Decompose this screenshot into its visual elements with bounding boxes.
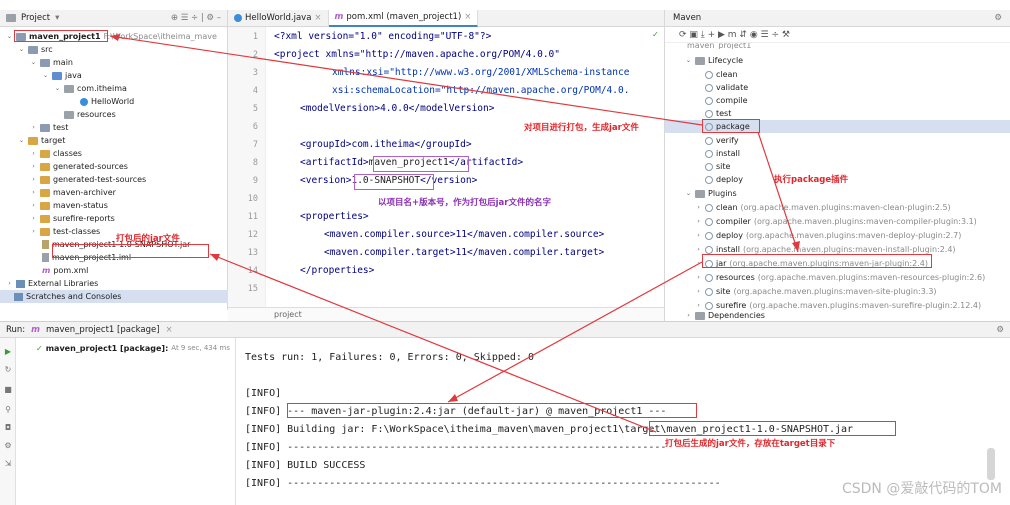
annotation-jar-location: 打包后生成的jar文件，存放在target目录下 — [665, 439, 836, 449]
annotation-package-project: 对项目进行打包，生成jar文件 — [524, 123, 639, 133]
annotation-run-plugin: 执行package插件 — [774, 175, 849, 185]
annotation-arrows — [109, 34, 800, 433]
annotation-jar-file: 打包后的jar文件 — [116, 234, 180, 244]
watermark: CSDN @爱敲代码的TOM — [841, 481, 1002, 497]
annotation-jar-name: 以项目名+版本号，作为打包后jar文件的名字 — [378, 198, 551, 208]
